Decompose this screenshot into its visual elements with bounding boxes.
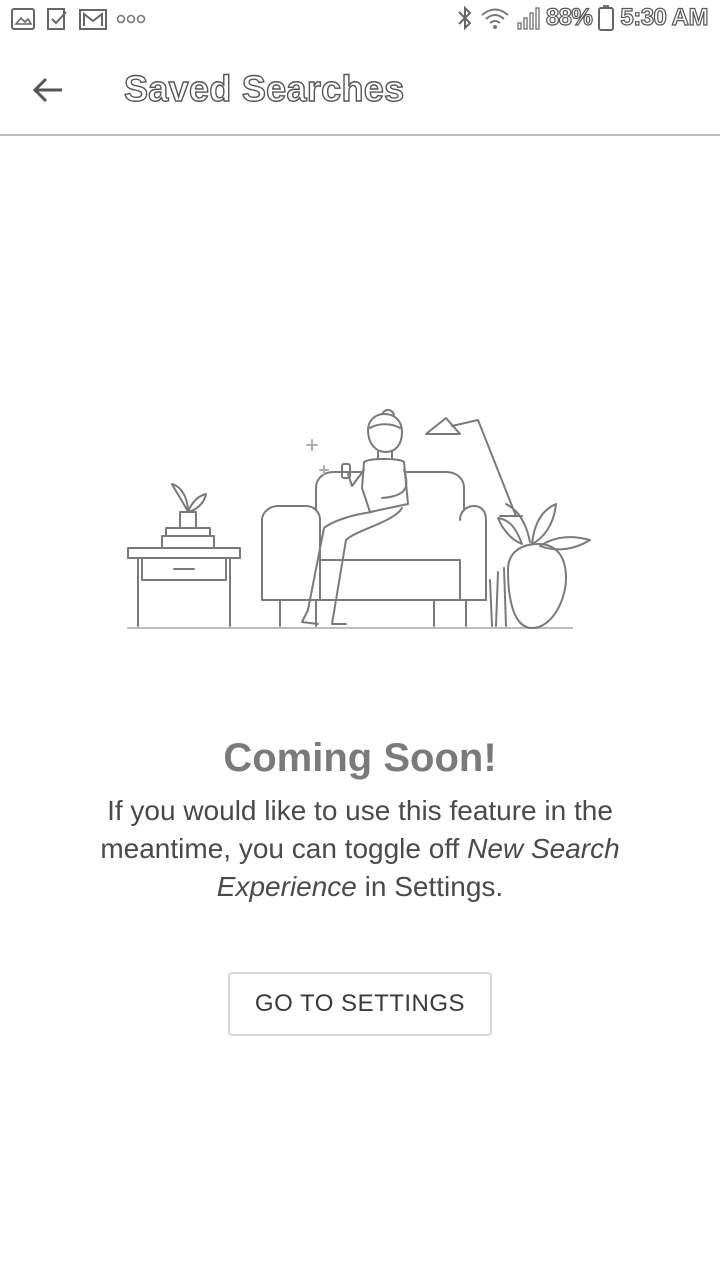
arrow-left-icon [32, 77, 62, 103]
back-button[interactable] [22, 64, 74, 116]
coming-soon-heading: Coming Soon! [223, 736, 497, 780]
photo-notification-icon [11, 8, 35, 30]
potted-plant [489, 503, 591, 629]
battery-icon [598, 5, 615, 31]
app-bar: Saved Searches [0, 42, 720, 136]
empty-state-message: If you would like to use this feature in… [60, 792, 660, 906]
wifi-icon [481, 8, 509, 29]
go-to-settings-button[interactable]: GO TO SETTINGS [228, 972, 492, 1036]
message-text-2: in Settings. [356, 871, 504, 902]
gmail-notification-icon [79, 9, 107, 30]
floor-lamp [425, 417, 523, 517]
status-bar: 88% 5:30 AM [0, 0, 720, 42]
battery-percent: 88% [545, 3, 593, 31]
clock: 5:30 AM [620, 3, 709, 31]
person [301, 409, 409, 625]
screen: 88% 5:30 AM Saved Searches Coming Soon! … [0, 0, 720, 1280]
notification-icons [10, 6, 146, 32]
more-notifications-icon [116, 14, 146, 24]
person-on-couch-with-phone-illustration [127, 409, 591, 629]
bluetooth-icon [458, 5, 472, 31]
task-notification-icon [47, 8, 67, 30]
side-table [127, 483, 241, 627]
signal-icon [517, 7, 540, 30]
sparkles [306, 439, 329, 475]
page-title: Saved Searches [123, 67, 405, 109]
system-status: 88% 5:30 AM [456, 3, 709, 32]
